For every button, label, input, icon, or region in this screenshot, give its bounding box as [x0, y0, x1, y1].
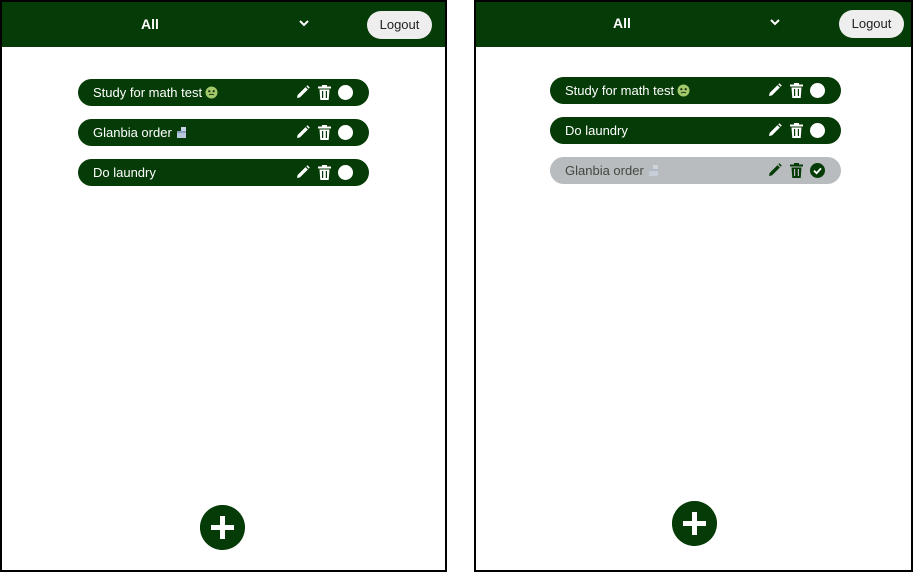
todo-list: Study for math test Do laundry Glanbia o…: [550, 77, 841, 197]
incomplete-circle-icon[interactable]: [337, 124, 354, 141]
nauseated-face-emoji: [205, 86, 218, 99]
edit-pencil-icon[interactable]: [766, 162, 783, 179]
todo-item: Glanbia order: [78, 119, 369, 146]
check-circle-icon[interactable]: [809, 162, 826, 179]
incomplete-circle-icon[interactable]: [809, 82, 826, 99]
filter-selected-label: All: [613, 15, 631, 31]
chevron-down-icon: [299, 20, 309, 27]
trash-icon[interactable]: [316, 84, 333, 101]
todo-item-text: Study for math test: [93, 85, 218, 100]
trash-icon[interactable]: [788, 122, 805, 139]
app-header: All Logout: [2, 2, 445, 47]
chevron-down-icon: [770, 19, 780, 26]
todo-item-text: Glanbia order: [565, 163, 660, 178]
filter-selected-label: All: [141, 16, 159, 32]
todo-list: Study for math test Glanbia order Do lau…: [78, 79, 369, 199]
edit-pencil-icon[interactable]: [766, 122, 783, 139]
todo-item: Study for math test: [78, 79, 369, 106]
tub-emoji: [176, 127, 186, 138]
todo-item-text: Do laundry: [565, 123, 628, 138]
incomplete-circle-icon[interactable]: [809, 122, 826, 139]
incomplete-circle-icon[interactable]: [337, 84, 354, 101]
todo-app-panel-after: All Logout Study for math test Do laundr…: [474, 0, 913, 572]
trash-icon[interactable]: [316, 124, 333, 141]
todo-item-text: Glanbia order: [93, 125, 188, 140]
todo-app-panel-before: All Logout Study for math test Glanbia o…: [0, 0, 447, 572]
add-todo-button[interactable]: [200, 505, 245, 550]
logout-button[interactable]: Logout: [367, 11, 432, 39]
trash-icon[interactable]: [788, 162, 805, 179]
edit-pencil-icon[interactable]: [294, 84, 311, 101]
tub-emoji: [648, 165, 658, 176]
todo-item-text: Do laundry: [93, 165, 156, 180]
edit-pencil-icon[interactable]: [294, 164, 311, 181]
todo-item: Do laundry: [78, 159, 369, 186]
edit-pencil-icon[interactable]: [766, 82, 783, 99]
app-header: All Logout: [476, 2, 911, 47]
trash-icon[interactable]: [316, 164, 333, 181]
todo-item: Do laundry: [550, 117, 841, 144]
add-todo-button[interactable]: [672, 501, 717, 546]
todo-item-text: Study for math test: [565, 83, 690, 98]
trash-icon[interactable]: [788, 82, 805, 99]
todo-item: Study for math test: [550, 77, 841, 104]
edit-pencil-icon[interactable]: [294, 124, 311, 141]
logout-button[interactable]: Logout: [839, 10, 904, 38]
filter-select[interactable]: All: [2, 2, 312, 47]
filter-select[interactable]: All: [476, 2, 786, 47]
todo-item-completed: Glanbia order: [550, 157, 841, 184]
nauseated-face-emoji: [677, 84, 690, 97]
incomplete-circle-icon[interactable]: [337, 164, 354, 181]
